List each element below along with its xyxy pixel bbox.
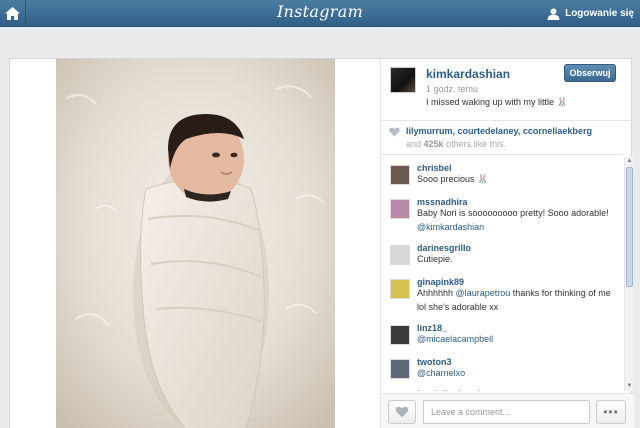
heart-icon (389, 127, 400, 137)
comment-text: Cutiepie. (417, 253, 619, 267)
commenter-username[interactable]: mssnadhira (417, 197, 619, 207)
scrollbar-thumb[interactable] (626, 167, 633, 287)
follow-button[interactable]: Obserwuj (564, 64, 616, 82)
user-icon (547, 8, 560, 20)
more-options-button[interactable]: ••• (596, 400, 626, 424)
comment-text-part: Sooo precious 🐰 (417, 174, 489, 184)
baby-photo-illustration (56, 59, 335, 428)
commenter-username[interactable]: ginapink89 (417, 277, 619, 287)
commenter-username[interactable]: darinesgrillo (417, 243, 619, 253)
post-caption: I missed waking up with my little 🐰 (426, 97, 568, 107)
post-owner-header: kimkardashian 1 godz. temu I missed waki… (381, 59, 634, 121)
comment-text-part: Cutiepie. (417, 254, 453, 264)
heart-icon (395, 406, 409, 418)
commenter-avatar[interactable] (390, 165, 410, 185)
mention-link[interactable]: @kimkardashian (417, 222, 484, 232)
commenter-avatar[interactable] (390, 359, 410, 379)
likes-others-suffix: others like this. (443, 139, 507, 149)
liker-link[interactable]: ccorneliaekberg (523, 126, 592, 136)
liker-link[interactable]: courtedelaney (458, 126, 518, 136)
post-sidebar: kimkardashian 1 godz. temu I missed waki… (380, 59, 634, 428)
comment-item: twoton3 @charnelxo (381, 357, 619, 381)
comment-item: mssnadhira Baby Nori is sooooooooo pretty… (381, 197, 619, 235)
comment-text: @charnelxo (417, 367, 619, 381)
owner-avatar[interactable] (390, 67, 416, 93)
comment-input[interactable] (423, 400, 590, 424)
scroll-up-arrow[interactable]: ▲ (626, 158, 633, 165)
comment-item: darinesgrillo Cutiepie. (381, 243, 619, 267)
top-bar: Instagram Logowanie się (0, 0, 640, 27)
post-timestamp: 1 godz. temu (426, 84, 479, 94)
comment-text: Sooo precious 🐰 (417, 173, 619, 187)
mention-link[interactable]: @micaelacampbell (417, 334, 493, 344)
login-link[interactable]: Logowanie się (547, 0, 634, 27)
mention-link[interactable]: @charnelxo (417, 368, 465, 378)
liker-link[interactable]: lilymurrum (406, 126, 453, 136)
commenter-avatar[interactable] (390, 279, 410, 299)
commenter-username[interactable]: chrisbel (417, 163, 619, 173)
instagram-logo[interactable]: Instagram (0, 2, 640, 21)
comment-text-part: Baby Nori is sooooooooo pretty! Sooo ado… (417, 208, 609, 218)
comment-bar: ••• (381, 393, 634, 428)
scroll-down-arrow[interactable]: ▼ (626, 383, 633, 390)
mention-link[interactable]: @laurapetrou (456, 288, 511, 298)
comment-text: Baby Nori is sooooooooo pretty! Sooo ado… (417, 207, 619, 235)
post-card: kimkardashian 1 godz. temu I missed waki… (9, 58, 634, 428)
likes-others: and 425k others like this. (406, 139, 507, 149)
comment-text: Ahhhhhh @laurapetrou thanks for thinking… (417, 287, 619, 315)
commenter-avatar[interactable] (390, 199, 410, 219)
comments-scrollbar[interactable]: ▲ ▼ (624, 157, 633, 391)
comment-text: @micaelacampbell (417, 333, 619, 347)
likes-count: 425k (423, 139, 444, 149)
comment-item: jessiefinejewelry (381, 389, 619, 391)
post-photo[interactable] (56, 59, 335, 428)
owner-username[interactable]: kimkardashian (426, 67, 510, 81)
commenter-avatar[interactable] (390, 325, 410, 345)
commenter-username[interactable]: twoton3 (417, 357, 619, 367)
liker-names: lilymurrum, courtedelaney, ccorneliaekbe… (406, 126, 592, 136)
comments-list: chrisbel Sooo precious 🐰 mssnadhira Baby No… (381, 157, 622, 391)
commenter-username[interactable]: linz18_ (417, 323, 619, 333)
like-button[interactable] (388, 400, 416, 424)
login-label: Logowanie się (565, 8, 634, 19)
comment-item: linz18_ @micaelacampbell (381, 323, 619, 347)
likes-section: lilymurrum, courtedelaney, ccorneliaekbe… (381, 121, 622, 155)
commenter-username[interactable]: jessiefinejewelry (417, 389, 619, 391)
comment-item: chrisbel Sooo precious 🐰 (381, 163, 619, 187)
commenter-avatar[interactable] (390, 245, 410, 265)
comment-text-part: Ahhhhhh (417, 288, 456, 298)
comment-item: ginapink89 Ahhhhhh @laurapetrou thanks fo… (381, 277, 619, 315)
